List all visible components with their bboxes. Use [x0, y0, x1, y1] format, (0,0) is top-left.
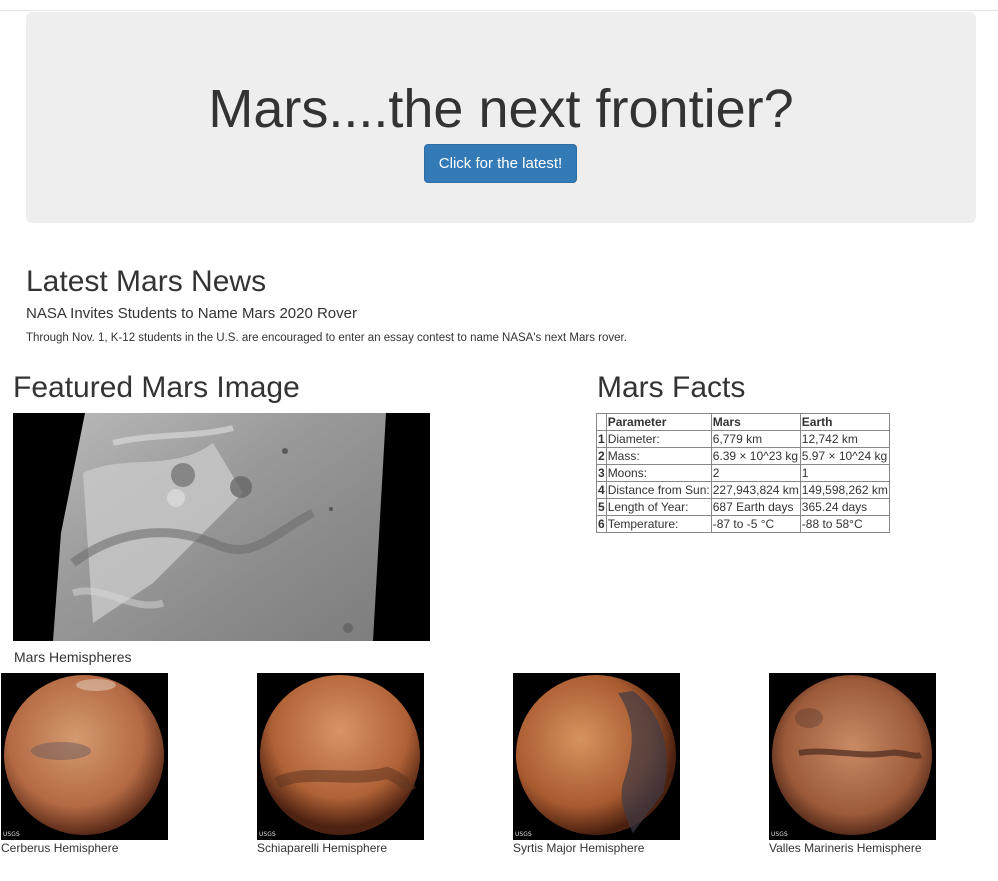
row-index: 4: [596, 481, 607, 499]
table-row: 4 Distance from Sun: 227,943,824 km 149,…: [596, 481, 890, 499]
hemisphere-image-valles-marineris: USGS: [769, 673, 936, 840]
news-title: NASA Invites Students to Name Mars 2020 …: [26, 305, 357, 322]
column-header: Mars: [710, 413, 801, 431]
row-index: 6: [596, 515, 607, 533]
mars-facts-table: Parameter Mars Earth 1 Diameter: 6,779 k…: [596, 413, 890, 533]
news-heading: Latest Mars News: [26, 265, 267, 298]
row-mars-value: 6.39 × 10^23 kg: [710, 447, 801, 465]
row-index: 2: [596, 447, 607, 465]
index-header: [596, 413, 607, 431]
row-mars-value: -87 to -5 °C: [710, 515, 801, 533]
row-mars-value: 687 Earth days: [710, 498, 801, 516]
table-row: 1 Diameter: 6,779 km 12,742 km: [596, 430, 890, 448]
hemisphere-card: USGS Cerberus Hemisphere: [1, 673, 168, 855]
column-header: Earth: [799, 413, 890, 431]
row-earth-value: 149,598,262 km: [799, 481, 890, 499]
top-divider: [0, 10, 998, 11]
hemispheres-heading: Mars Hemispheres: [14, 649, 132, 665]
usgs-label: USGS: [771, 831, 788, 838]
row-earth-value: 12,742 km: [799, 430, 890, 448]
row-earth-value: 365.24 days: [799, 498, 890, 516]
column-header: Parameter: [605, 413, 712, 431]
usgs-label: USGS: [3, 831, 20, 838]
featured-image-heading: Featured Mars Image: [13, 371, 300, 404]
hero-jumbotron: Mars....the next frontier? Click for the…: [26, 12, 976, 223]
featured-mars-image: [13, 413, 430, 641]
hemisphere-card: USGS Valles Marineris Hemisphere: [769, 673, 936, 855]
row-parameter: Mass:: [605, 447, 712, 465]
row-index: 1: [596, 430, 607, 448]
hemisphere-image-schiaparelli: USGS: [257, 673, 424, 840]
usgs-label: USGS: [259, 831, 276, 838]
table-header-row: Parameter Mars Earth: [596, 413, 890, 431]
row-earth-value: 5.97 × 10^24 kg: [799, 447, 890, 465]
row-parameter: Temperature:: [605, 515, 712, 533]
hemisphere-card: USGS Syrtis Major Hemisphere: [513, 673, 680, 855]
hemisphere-image-cerberus: USGS: [1, 673, 168, 840]
hemisphere-image-syrtis-major: USGS: [513, 673, 680, 840]
hemisphere-title: Schiaparelli Hemisphere: [257, 841, 388, 855]
table-row: 5 Length of Year: 687 Earth days 365.24 …: [596, 498, 890, 516]
news-paragraph: Through Nov. 1, K-12 students in the U.S…: [26, 332, 627, 344]
table-row: 2 Mass: 6.39 × 10^23 kg 5.97 × 10^24 kg: [596, 447, 890, 465]
usgs-label: USGS: [515, 831, 532, 838]
hemisphere-card: USGS Schiaparelli Hemisphere: [257, 673, 424, 855]
scrape-button[interactable]: Click for the latest!: [424, 144, 577, 183]
row-earth-value: -88 to 58°C: [799, 515, 890, 533]
row-index: 5: [596, 498, 607, 516]
row-parameter: Distance from Sun:: [605, 481, 712, 499]
row-mars-value: 227,943,824 km: [710, 481, 801, 499]
row-index: 3: [596, 464, 607, 482]
row-mars-value: 6,779 km: [710, 430, 801, 448]
row-parameter: Moons:: [605, 464, 712, 482]
row-earth-value: 1: [799, 464, 890, 482]
hemisphere-title: Cerberus Hemisphere: [1, 841, 119, 855]
row-parameter: Diameter:: [605, 430, 712, 448]
table-row: 6 Temperature: -87 to -5 °C -88 to 58°C: [596, 515, 890, 533]
hemisphere-title: Syrtis Major Hemisphere: [513, 841, 645, 855]
hemisphere-title: Valles Marineris Hemisphere: [769, 841, 922, 855]
hero-title: Mars....the next frontier?: [208, 79, 794, 139]
row-parameter: Length of Year:: [605, 498, 712, 516]
row-mars-value: 2: [710, 464, 801, 482]
facts-heading: Mars Facts: [597, 371, 746, 404]
table-row: 3 Moons: 2 1: [596, 464, 890, 482]
